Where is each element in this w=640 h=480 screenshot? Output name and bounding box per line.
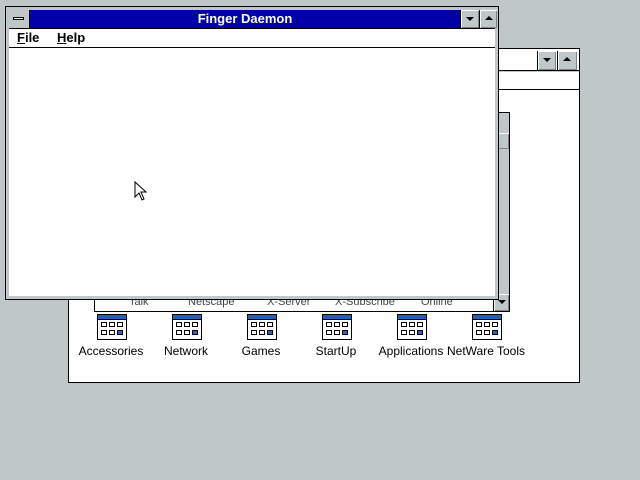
- finger-daemon-client[interactable]: [9, 48, 495, 296]
- program-group-icon[interactable]: [472, 314, 502, 340]
- program-group-icon[interactable]: [97, 314, 127, 340]
- menu-bar: File Help: [9, 28, 495, 48]
- maximize-icon: [563, 57, 571, 61]
- minimize-icon: [543, 58, 551, 62]
- maximize-button[interactable]: [557, 51, 577, 70]
- menu-help[interactable]: Help: [57, 30, 85, 45]
- program-group-icon[interactable]: [397, 314, 427, 340]
- minimize-button[interactable]: [537, 51, 556, 70]
- maximize-icon: [485, 16, 493, 20]
- finger-daemon-window[interactable]: Finger Daemon File Help: [5, 6, 499, 300]
- minimize-button[interactable]: [460, 10, 479, 28]
- mouse-pointer-icon: [134, 181, 148, 201]
- program-group-icon[interactable]: [247, 314, 277, 340]
- maximize-button[interactable]: [479, 10, 497, 28]
- window-title: Finger Daemon: [197, 11, 293, 26]
- minimize-icon: [466, 17, 474, 21]
- system-menu-button[interactable]: [9, 10, 30, 28]
- program-group-icon[interactable]: [172, 314, 202, 340]
- finger-daemon-titlebar[interactable]: Finger Daemon: [30, 10, 460, 28]
- program-group-icon[interactable]: [322, 314, 352, 340]
- scroll-down-icon: [498, 300, 506, 304]
- menu-file[interactable]: File: [17, 30, 39, 45]
- group-label-netware-tools[interactable]: NetWare Tools: [441, 344, 531, 358]
